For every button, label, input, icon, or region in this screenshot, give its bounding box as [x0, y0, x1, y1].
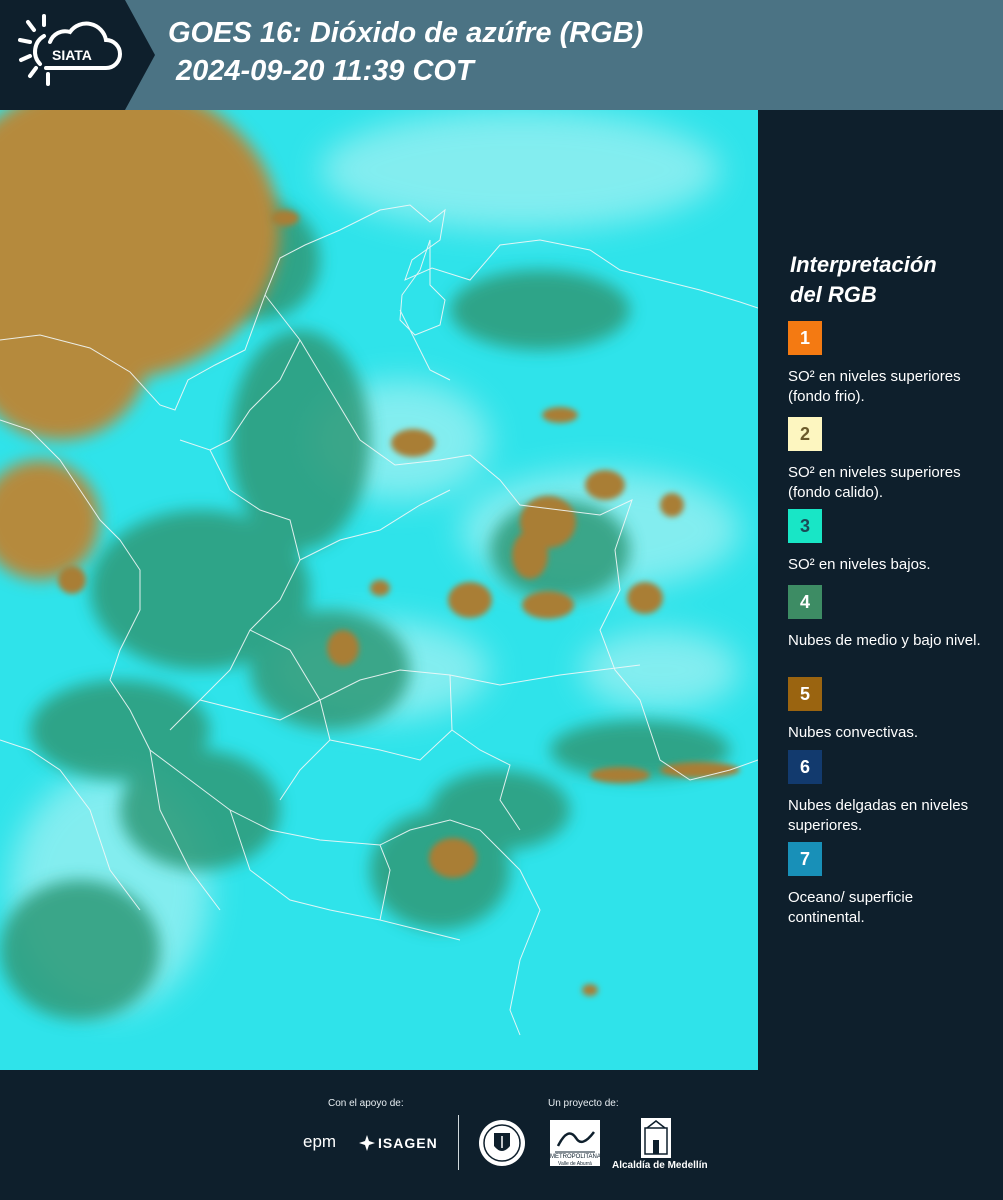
- legend-swatch-4: 4: [788, 585, 822, 619]
- legend-number-2: 2: [799, 423, 810, 444]
- legend-item-2: 2 SO² en niveles superiores (fondo calid…: [788, 417, 988, 503]
- legend-text-3: SO² en niveles bajos.: [788, 556, 931, 573]
- page-title: GOES 16: Dióxido de azúfre (RGB) 2024-09…: [168, 14, 643, 90]
- alcaldia-building-icon: [641, 1118, 671, 1158]
- legend-title-line-2: del RGB: [790, 282, 877, 307]
- support-label: Con el apoyo de:: [328, 1098, 404, 1109]
- epm-logo: epm: [303, 1132, 337, 1151]
- project-label: Un proyecto de:: [548, 1098, 619, 1109]
- legend-title-line-1: Interpretación: [790, 252, 937, 277]
- legend-number-5: 5: [799, 683, 810, 704]
- legend-swatch-7: 7: [788, 842, 822, 876]
- footer-bar: Con el apoyo de: Un proyecto de: epm ISA…: [0, 1070, 1003, 1200]
- medellin-seal-icon: [479, 1120, 525, 1166]
- area-metropolitana-subtext: Valle de Aburrá: [558, 1161, 592, 1167]
- legend-swatch-2: 2: [788, 417, 822, 451]
- legend-item-3: 3 SO² en niveles bajos.: [788, 509, 988, 575]
- legend-panel: Interpretación del RGB 1 SO² en niveles …: [758, 110, 1003, 1070]
- legend-text-1: SO² en niveles superiores (fondo frio).: [788, 368, 961, 405]
- legend-text-5: Nubes convectivas.: [788, 724, 919, 741]
- legend-text-4: Nubes de medio y bajo nivel.: [788, 632, 981, 649]
- siata-logo-text: SIATA: [52, 47, 92, 63]
- legend-swatch-5: 5: [788, 677, 822, 711]
- legend-number-3: 3: [799, 515, 810, 536]
- legend-item-1: 1 SO² en niveles superiores (fondo frio)…: [788, 321, 988, 407]
- legend-item-6: 6 Nubes delgadas en niveles superiores.: [788, 750, 988, 836]
- title-line-1: GOES 16: Dióxido de azúfre (RGB): [168, 17, 644, 49]
- legend-swatch-1: 1: [788, 321, 822, 355]
- rgb-composite-image: [0, 110, 758, 1070]
- legend-item-7: 7 Oceano/ superficie continental.: [788, 842, 988, 928]
- isagen-logo-text: ISAGEN: [378, 1135, 438, 1151]
- legend-number-1: 1: [799, 327, 810, 348]
- legend-number-7: 7: [799, 848, 810, 869]
- legend-number-6: 6: [799, 756, 810, 777]
- legend-text-7: Oceano/ superficie continental.: [788, 889, 914, 926]
- legend-item-5: 5 Nubes convectivas.: [788, 677, 988, 743]
- legend-item-4: 4 Nubes de medio y bajo nivel.: [788, 585, 988, 651]
- legend-title: Interpretación del RGB: [790, 250, 990, 310]
- isagen-logo-icon: [359, 1135, 375, 1151]
- footer-divider: [458, 1115, 459, 1170]
- legend-swatch-3: 3: [788, 509, 822, 543]
- satellite-map[interactable]: [0, 110, 758, 1070]
- legend-text-2: SO² en niveles superiores (fondo calido)…: [788, 464, 961, 501]
- legend-number-4: 4: [799, 591, 810, 612]
- legend-text-6: Nubes delgadas en niveles superiores.: [788, 797, 969, 834]
- legend-swatch-6: 6: [788, 750, 822, 784]
- area-metropolitana-text: METROPOLITANA: [550, 1154, 601, 1160]
- header-bar: SIATA GOES 16: Dióxido de azúfre (RGB) 2…: [0, 0, 1003, 110]
- alcaldia-text: Alcaldía de Medellín: [612, 1160, 708, 1171]
- title-line-2: 2024-09-20 11:39 COT: [176, 55, 474, 87]
